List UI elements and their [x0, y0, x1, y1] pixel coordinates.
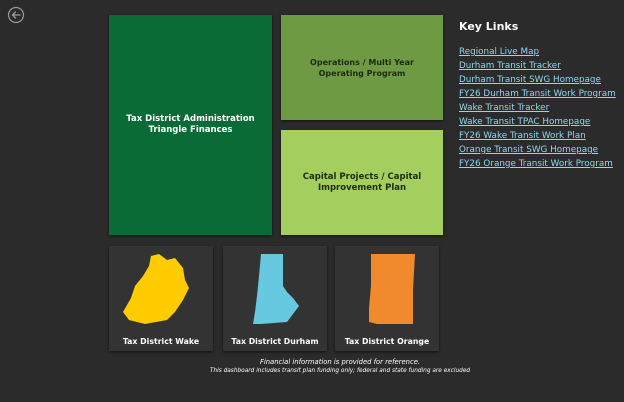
- key-links-panel: Key Links Regional Live Map Durham Trans…: [459, 20, 619, 169]
- county-label-wake: Tax District Wake: [122, 337, 200, 346]
- county-card-durham[interactable]: Tax District Durham: [223, 246, 327, 351]
- back-arrow-icon: [7, 6, 25, 24]
- key-links-title: Key Links: [459, 20, 519, 33]
- orange-county-shape-icon: [369, 254, 415, 324]
- footer-note-primary: Financial information is provided for re…: [259, 358, 421, 366]
- wake-county-shape-icon: [123, 254, 189, 324]
- county-card-orange[interactable]: Tax District Orange: [335, 246, 439, 351]
- back-button[interactable]: [7, 6, 25, 24]
- footer-note-secondary: This dashboard includes transit plan fun…: [209, 368, 471, 374]
- key-links-list: Regional Live Map Durham Transit Tracker…: [459, 42, 619, 169]
- tile-administration-label: Tax District Administration Triangle Fin…: [126, 114, 255, 135]
- county-card-wake[interactable]: Tax District Wake: [109, 246, 213, 351]
- tile-operations-label: Operations / Multi Year Operating Progra…: [310, 57, 414, 78]
- durham-county-shape-icon: [253, 254, 299, 324]
- county-label-orange: Tax District Orange: [344, 337, 430, 346]
- link-fy26-orange-work-program[interactable]: FY26 Orange Transit Work Program: [459, 159, 613, 169]
- county-label-durham: Tax District Durham: [231, 337, 319, 346]
- tile-administration-finances[interactable]: Tax District Administration Triangle Fin…: [109, 15, 272, 235]
- tile-capital-projects[interactable]: Capital Projects / Capital Improvement P…: [281, 130, 443, 235]
- tile-capital-label: Capital Projects / Capital Improvement P…: [302, 171, 422, 193]
- tile-operations-program[interactable]: Operations / Multi Year Operating Progra…: [281, 15, 443, 120]
